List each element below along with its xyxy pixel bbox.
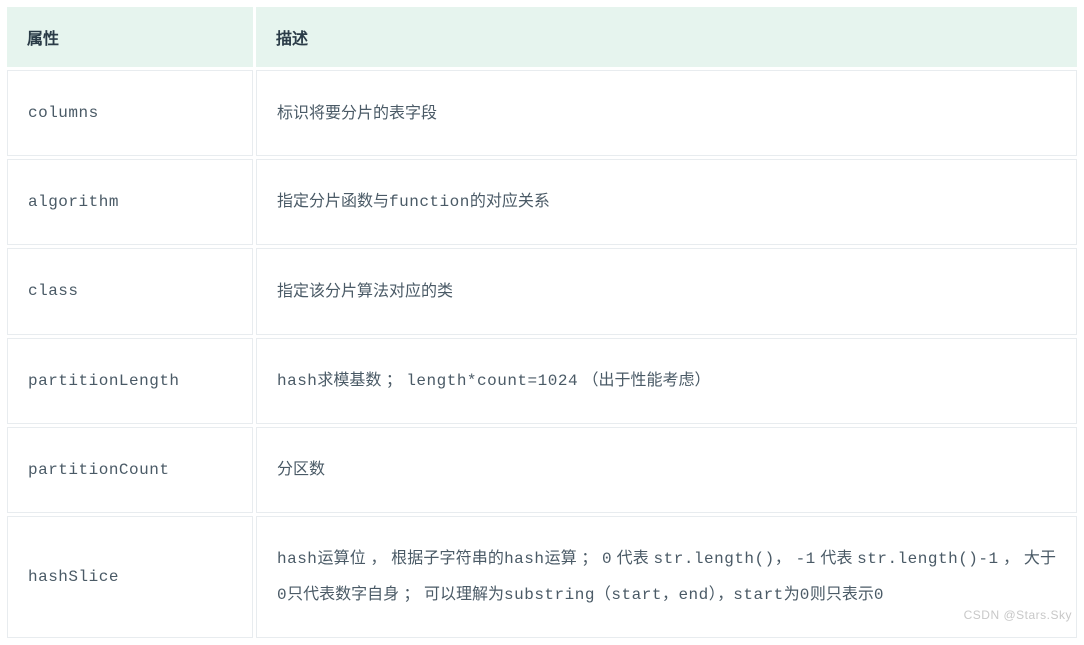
code-span: 0 (874, 586, 884, 604)
description-cell: hash求模基数 ； length*count=1024 （出于性能考虑） (256, 338, 1077, 424)
attribute-cell: partitionLength (7, 338, 253, 424)
description-text: hash运算位 ， 根据子字符串的hash运算 ； 0 代表 str.lengt… (277, 541, 1056, 613)
text-span: 指定分片函数与 (277, 193, 389, 210)
attribute-cell: hashSlice (7, 516, 253, 638)
code-span: hash (277, 550, 317, 568)
code-span: substring（start，end） (504, 586, 717, 604)
attribute-cell: algorithm (7, 159, 253, 245)
text-span: 的对应关系 (470, 193, 550, 210)
header-description: 描述 (256, 7, 1077, 67)
text-span: ， (717, 586, 733, 603)
attribute-name: hashSlice (28, 568, 119, 586)
attribute-cell: class (7, 248, 253, 334)
description-cell: hash运算位 ， 根据子字符串的hash运算 ； 0 代表 str.lengt… (256, 516, 1077, 638)
table-row: partitionLength hash求模基数 ； length*count=1… (7, 338, 1077, 424)
attribute-name: columns (28, 104, 99, 122)
attribute-cell: partitionCount (7, 427, 253, 513)
text-span: 分区数 (277, 461, 325, 478)
code-span: 0 (277, 586, 287, 604)
description-text: 标识将要分片的表字段 (277, 96, 1056, 131)
properties-table: 属性 描述 columns 标识将要分片的表字段 algorithm 指定分片函数与f… (4, 4, 1080, 641)
attribute-name: algorithm (28, 193, 119, 211)
code-span: 0 (602, 550, 612, 568)
description-cell: 指定分片函数与function的对应关系 (256, 159, 1077, 245)
description-text: 分区数 (277, 452, 1056, 487)
properties-table-container: 属性 描述 columns 标识将要分片的表字段 algorithm 指定分片函数与f… (4, 4, 1080, 641)
table-row: hashSlice hash运算位 ， 根据子字符串的hash运算 ； 0 代表 … (7, 516, 1077, 638)
text-span: 标识将要分片的表字段 (277, 105, 437, 122)
text-span: 代表 (816, 550, 857, 567)
text-span: ， (775, 550, 796, 567)
header-attribute: 属性 (7, 7, 253, 67)
code-span: 0 (800, 586, 810, 604)
attribute-name: partitionCount (28, 461, 169, 479)
code-span: function (389, 193, 470, 211)
description-text: 指定分片函数与function的对应关系 (277, 184, 1056, 220)
code-span: str.length() (654, 550, 775, 568)
description-cell: 指定该分片算法对应的类 (256, 248, 1077, 334)
table-row: columns 标识将要分片的表字段 (7, 70, 1077, 156)
code-span: hash (277, 372, 317, 390)
table-row: class 指定该分片算法对应的类 (7, 248, 1077, 334)
text-span: 运算 ； (544, 550, 602, 567)
text-span: 运算位 ， 根据子字符串的 (317, 550, 504, 567)
description-text: 指定该分片算法对应的类 (277, 274, 1056, 309)
text-span: 只代表数字自身 ； 可以理解为 (287, 586, 504, 603)
text-span: 代表 (612, 550, 653, 567)
description-cell: 标识将要分片的表字段 (256, 70, 1077, 156)
code-span: str.length()-1 (857, 550, 998, 568)
text-span: ， 大于 (999, 550, 1056, 567)
table-row: partitionCount 分区数 (7, 427, 1077, 513)
code-span: -1 (796, 550, 816, 568)
table-header-row: 属性 描述 (7, 7, 1077, 67)
attribute-name: partitionLength (28, 372, 180, 390)
description-text: hash求模基数 ； length*count=1024 （出于性能考虑） (277, 363, 1056, 399)
text-span: （出于性能考虑） (578, 372, 710, 389)
text-span: 为 (784, 586, 800, 603)
attribute-name: class (28, 282, 79, 300)
text-span: 求模基数 ； (317, 372, 406, 389)
description-cell: 分区数 (256, 427, 1077, 513)
watermark-text: CSDN @Stars.Sky (964, 608, 1072, 622)
table-row: algorithm 指定分片函数与function的对应关系 (7, 159, 1077, 245)
code-span: start (733, 586, 784, 604)
code-span: hash (504, 550, 544, 568)
text-span: 指定该分片算法对应的类 (277, 283, 453, 300)
text-span: 则只表示 (810, 586, 874, 603)
code-span: length*count=1024 (406, 372, 578, 390)
attribute-cell: columns (7, 70, 253, 156)
